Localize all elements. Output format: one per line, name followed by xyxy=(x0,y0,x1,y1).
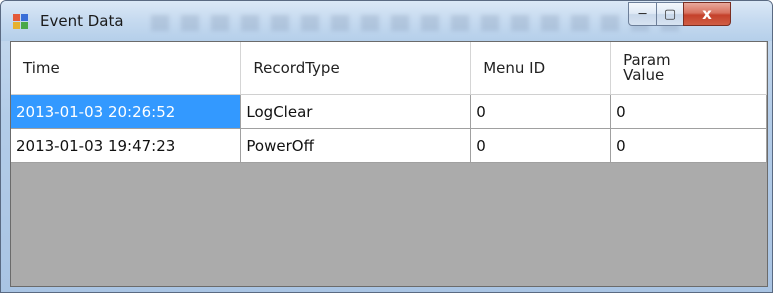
close-button[interactable]: x xyxy=(683,2,731,26)
table-row[interactable]: 2013-01-03 19:47:23 PowerOff 0 0 xyxy=(11,128,767,163)
maximize-icon: ▢ xyxy=(663,6,677,22)
title-bar[interactable]: Event Data ─ ▢ x xyxy=(1,1,772,41)
cell-param-value[interactable]: 0 xyxy=(610,128,767,163)
minimize-button[interactable]: ─ xyxy=(628,2,657,26)
column-header-time[interactable]: Time xyxy=(11,42,242,95)
cell-menu-id[interactable]: 0 xyxy=(470,94,612,129)
window-title: Event Data xyxy=(40,12,124,30)
event-data-grid[interactable]: Time RecordType Menu ID Param Value 2013… xyxy=(10,41,768,287)
event-table: Time RecordType Menu ID Param Value 2013… xyxy=(11,42,767,163)
close-icon: x xyxy=(702,4,712,23)
column-header-record-type[interactable]: RecordType xyxy=(240,42,472,95)
header-row: Time RecordType Menu ID Param Value xyxy=(11,42,767,95)
cell-time[interactable]: 2013-01-03 19:47:23 xyxy=(11,128,242,163)
column-header-menu-id[interactable]: Menu ID xyxy=(470,42,612,95)
cell-record-type[interactable]: PowerOff xyxy=(240,128,472,163)
blurred-background xyxy=(151,15,681,31)
cell-time[interactable]: 2013-01-03 20:26:52 xyxy=(11,94,242,129)
minimize-icon: ─ xyxy=(638,6,647,22)
table-row[interactable]: 2013-01-03 20:26:52 LogClear 0 0 xyxy=(11,94,767,129)
cell-param-value[interactable]: 0 xyxy=(610,94,767,129)
cell-record-type[interactable]: LogClear xyxy=(240,94,472,129)
cell-menu-id[interactable]: 0 xyxy=(470,128,612,163)
event-data-window: Event Data ─ ▢ x Time RecordType Menu ID xyxy=(0,0,773,293)
app-icon[interactable] xyxy=(13,14,29,30)
column-header-param-value[interactable]: Param Value xyxy=(610,42,767,95)
maximize-button[interactable]: ▢ xyxy=(656,2,684,26)
